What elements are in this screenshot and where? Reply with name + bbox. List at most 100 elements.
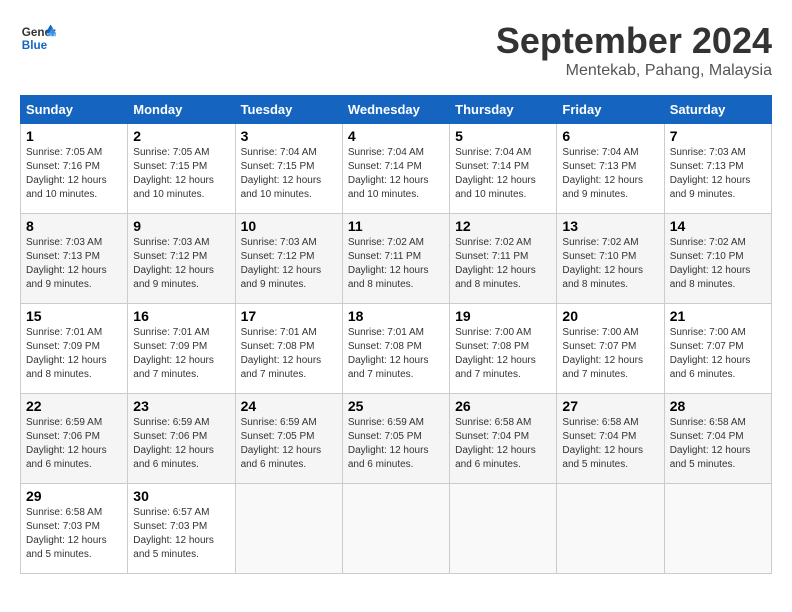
day-info: Sunrise: 6:59 AMSunset: 7:06 PMDaylight:…	[133, 416, 229, 472]
day-info: Sunrise: 7:02 AMSunset: 7:10 PMDaylight:…	[670, 236, 766, 292]
day-info: Sunrise: 7:03 AMSunset: 7:12 PMDaylight:…	[133, 236, 229, 292]
day-number: 28	[670, 398, 766, 414]
day-number: 3	[241, 128, 337, 144]
day-number: 19	[455, 308, 551, 324]
table-row: 24 Sunrise: 6:59 AMSunset: 7:05 PMDayligh…	[235, 394, 342, 484]
table-row: 7 Sunrise: 7:03 AMSunset: 7:13 PMDaylight…	[664, 124, 771, 214]
day-number: 4	[348, 128, 444, 144]
day-info: Sunrise: 7:03 AMSunset: 7:12 PMDaylight:…	[241, 236, 337, 292]
table-row: 14 Sunrise: 7:02 AMSunset: 7:10 PMDayligh…	[664, 214, 771, 304]
day-info: Sunrise: 7:05 AMSunset: 7:16 PMDaylight:…	[26, 146, 122, 202]
table-row: 29Sunrise: 6:58 AMSunset: 7:03 PMDayligh…	[21, 484, 128, 574]
col-header-sunday: Sunday	[21, 96, 128, 124]
day-info: Sunrise: 7:02 AMSunset: 7:11 PMDaylight:…	[455, 236, 551, 292]
table-row: 22 Sunrise: 6:59 AMSunset: 7:06 PMDayligh…	[21, 394, 128, 484]
table-row: 17 Sunrise: 7:01 AMSunset: 7:08 PMDayligh…	[235, 304, 342, 394]
day-info: Sunrise: 7:01 AMSunset: 7:08 PMDaylight:…	[241, 326, 337, 382]
table-row: 19 Sunrise: 7:00 AMSunset: 7:08 PMDayligh…	[450, 304, 557, 394]
day-number: 15	[26, 308, 122, 324]
day-info: Sunrise: 6:58 AMSunset: 7:04 PMDaylight:…	[562, 416, 658, 472]
day-info: Sunrise: 6:58 AMSunset: 7:04 PMDaylight:…	[670, 416, 766, 472]
day-info: Sunrise: 6:59 AMSunset: 7:06 PMDaylight:…	[26, 416, 122, 472]
day-info: Sunrise: 7:01 AMSunset: 7:08 PMDaylight:…	[348, 326, 444, 382]
logo-icon: General Blue	[20, 20, 56, 56]
day-info: Sunrise: 6:57 AMSunset: 7:03 PMDaylight:…	[133, 506, 229, 562]
table-row: 28 Sunrise: 6:58 AMSunset: 7:04 PMDayligh…	[664, 394, 771, 484]
calendar-header-row: SundayMondayTuesdayWednesdayThursdayFrid…	[21, 96, 772, 124]
day-info: Sunrise: 6:59 AMSunset: 7:05 PMDaylight:…	[241, 416, 337, 472]
day-number: 24	[241, 398, 337, 414]
table-row: 11 Sunrise: 7:02 AMSunset: 7:11 PMDayligh…	[342, 214, 449, 304]
day-info: Sunrise: 7:03 AMSunset: 7:13 PMDaylight:…	[670, 146, 766, 202]
day-number: 21	[670, 308, 766, 324]
day-number: 1	[26, 128, 122, 144]
day-info: Sunrise: 6:58 AMSunset: 7:03 PMDaylight:…	[26, 506, 122, 562]
location: Mentekab, Pahang, Malaysia	[496, 62, 772, 80]
calendar-week-2: 8 Sunrise: 7:03 AMSunset: 7:13 PMDaylight…	[21, 214, 772, 304]
title-block: September 2024 Mentekab, Pahang, Malaysi…	[496, 20, 772, 80]
day-number: 2	[133, 128, 229, 144]
day-number: 10	[241, 218, 337, 234]
day-number: 26	[455, 398, 551, 414]
day-number: 17	[241, 308, 337, 324]
day-number: 18	[348, 308, 444, 324]
day-number: 5	[455, 128, 551, 144]
table-row: 27 Sunrise: 6:58 AMSunset: 7:04 PMDayligh…	[557, 394, 664, 484]
day-info: Sunrise: 6:59 AMSunset: 7:05 PMDaylight:…	[348, 416, 444, 472]
col-header-tuesday: Tuesday	[235, 96, 342, 124]
day-number: 13	[562, 218, 658, 234]
col-header-saturday: Saturday	[664, 96, 771, 124]
table-row: 15Sunrise: 7:01 AMSunset: 7:09 PMDayligh…	[21, 304, 128, 394]
table-row	[235, 484, 342, 574]
table-row: 30 Sunrise: 6:57 AMSunset: 7:03 PMDayligh…	[128, 484, 235, 574]
table-row: 21 Sunrise: 7:00 AMSunset: 7:07 PMDayligh…	[664, 304, 771, 394]
day-info: Sunrise: 7:00 AMSunset: 7:07 PMDaylight:…	[562, 326, 658, 382]
table-row: 26 Sunrise: 6:58 AMSunset: 7:04 PMDayligh…	[450, 394, 557, 484]
day-number: 11	[348, 218, 444, 234]
table-row: 9 Sunrise: 7:03 AMSunset: 7:12 PMDaylight…	[128, 214, 235, 304]
table-row	[342, 484, 449, 574]
table-row: 20 Sunrise: 7:00 AMSunset: 7:07 PMDayligh…	[557, 304, 664, 394]
day-number: 8	[26, 218, 122, 234]
month-title: September 2024	[496, 20, 772, 62]
day-number: 14	[670, 218, 766, 234]
table-row: 18 Sunrise: 7:01 AMSunset: 7:08 PMDayligh…	[342, 304, 449, 394]
calendar-table: SundayMondayTuesdayWednesdayThursdayFrid…	[20, 95, 772, 574]
col-header-monday: Monday	[128, 96, 235, 124]
day-number: 7	[670, 128, 766, 144]
day-info: Sunrise: 7:02 AMSunset: 7:11 PMDaylight:…	[348, 236, 444, 292]
table-row	[664, 484, 771, 574]
table-row: 13 Sunrise: 7:02 AMSunset: 7:10 PMDayligh…	[557, 214, 664, 304]
day-info: Sunrise: 7:00 AMSunset: 7:08 PMDaylight:…	[455, 326, 551, 382]
svg-text:Blue: Blue	[22, 39, 48, 52]
day-info: Sunrise: 7:02 AMSunset: 7:10 PMDaylight:…	[562, 236, 658, 292]
calendar-week-5: 29Sunrise: 6:58 AMSunset: 7:03 PMDayligh…	[21, 484, 772, 574]
calendar-week-1: 1 Sunrise: 7:05 AMSunset: 7:16 PMDaylight…	[21, 124, 772, 214]
day-info: Sunrise: 6:58 AMSunset: 7:04 PMDaylight:…	[455, 416, 551, 472]
table-row: 5 Sunrise: 7:04 AMSunset: 7:14 PMDaylight…	[450, 124, 557, 214]
day-info: Sunrise: 7:05 AMSunset: 7:15 PMDaylight:…	[133, 146, 229, 202]
day-number: 20	[562, 308, 658, 324]
day-number: 9	[133, 218, 229, 234]
day-info: Sunrise: 7:01 AMSunset: 7:09 PMDaylight:…	[133, 326, 229, 382]
day-info: Sunrise: 7:04 AMSunset: 7:13 PMDaylight:…	[562, 146, 658, 202]
calendar-week-3: 15 Sunrise: 7:01 AMSunset: 7:09 PMDayligh…	[21, 304, 772, 394]
day-number: 22	[26, 398, 122, 414]
day-number: 16	[133, 308, 229, 324]
col-header-thursday: Thursday	[450, 96, 557, 124]
table-row: 3 Sunrise: 7:04 AMSunset: 7:15 PMDaylight…	[235, 124, 342, 214]
day-number: 30	[133, 488, 229, 504]
day-number: 6	[562, 128, 658, 144]
table-row: 8 Sunrise: 7:03 AMSunset: 7:13 PMDaylight…	[21, 214, 128, 304]
table-row	[450, 484, 557, 574]
table-row: 6 Sunrise: 7:04 AMSunset: 7:13 PMDaylight…	[557, 124, 664, 214]
day-info: Sunrise: 7:04 AMSunset: 7:14 PMDaylight:…	[348, 146, 444, 202]
day-number: 27	[562, 398, 658, 414]
table-row: 10 Sunrise: 7:03 AMSunset: 7:12 PMDayligh…	[235, 214, 342, 304]
day-info: Sunrise: 7:04 AMSunset: 7:15 PMDaylight:…	[241, 146, 337, 202]
day-info: Sunrise: 7:04 AMSunset: 7:14 PMDaylight:…	[455, 146, 551, 202]
day-info: Sunrise: 7:00 AMSunset: 7:07 PMDaylight:…	[670, 326, 766, 382]
calendar-week-4: 22 Sunrise: 6:59 AMSunset: 7:06 PMDayligh…	[21, 394, 772, 484]
day-info: Sunrise: 7:03 AMSunset: 7:13 PMDaylight:…	[26, 236, 122, 292]
table-row: 23Sunrise: 6:59 AMSunset: 7:06 PMDayligh…	[128, 394, 235, 484]
